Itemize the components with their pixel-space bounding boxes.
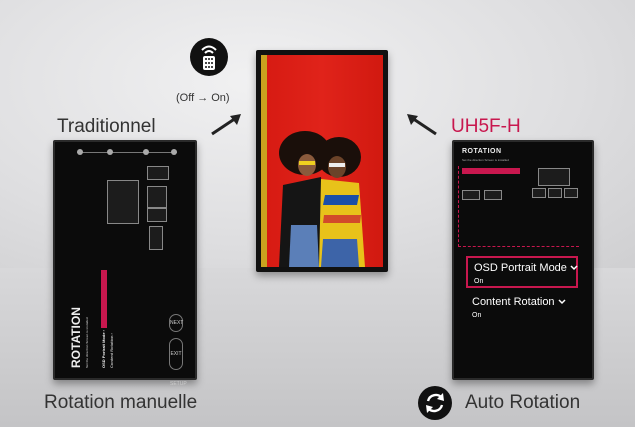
chevron-down-icon [570,265,578,271]
next-button[interactable]: NEXT [169,314,183,332]
arrow-icon [211,114,241,136]
sync-icon [418,386,452,420]
content-rotation-title: Content Rotation [472,296,555,308]
auto-rotation-label: Auto Rotation [465,392,581,413]
left-osd-title: ROTATION [69,307,83,368]
traditional-label: Traditionnel [57,116,156,137]
portrait-photo [261,55,383,267]
highlight-bar [101,270,107,328]
model-label: UH5F-H [451,116,521,137]
left-osd-subtitle: Set the direction Screen is installed [85,317,89,368]
osd-portrait-mode-title: OSD Portrait Mode [474,262,567,274]
arrow-icon [407,114,437,136]
remote-caption: (Off → On) [176,92,230,104]
content-rotation-option[interactable]: Content Rotation On [466,292,578,322]
right-osd-subtitle: Set the direction Screen is installed [462,158,509,162]
remote-icon [190,38,228,76]
rotation-options-callout: OSD Portrait Mode On Content Rotation On [466,256,578,322]
osd-portrait-mode-value: On [474,278,484,285]
exit-setup-button[interactable]: EXIT SETUP [169,338,187,387]
chevron-down-icon [558,299,566,305]
traditional-display: ROTATION Set the direction Screen is ins… [53,140,197,387]
content-rotation-value: On [472,312,482,319]
left-menu-item[interactable]: OSD Portrait Mode › [101,330,106,368]
left-menu-item[interactable]: Content Rotation › [109,333,114,368]
center-display [256,50,388,272]
right-osd-title: ROTATION [462,148,502,155]
osd-portrait-mode-option[interactable]: OSD Portrait Mode On [466,256,578,288]
